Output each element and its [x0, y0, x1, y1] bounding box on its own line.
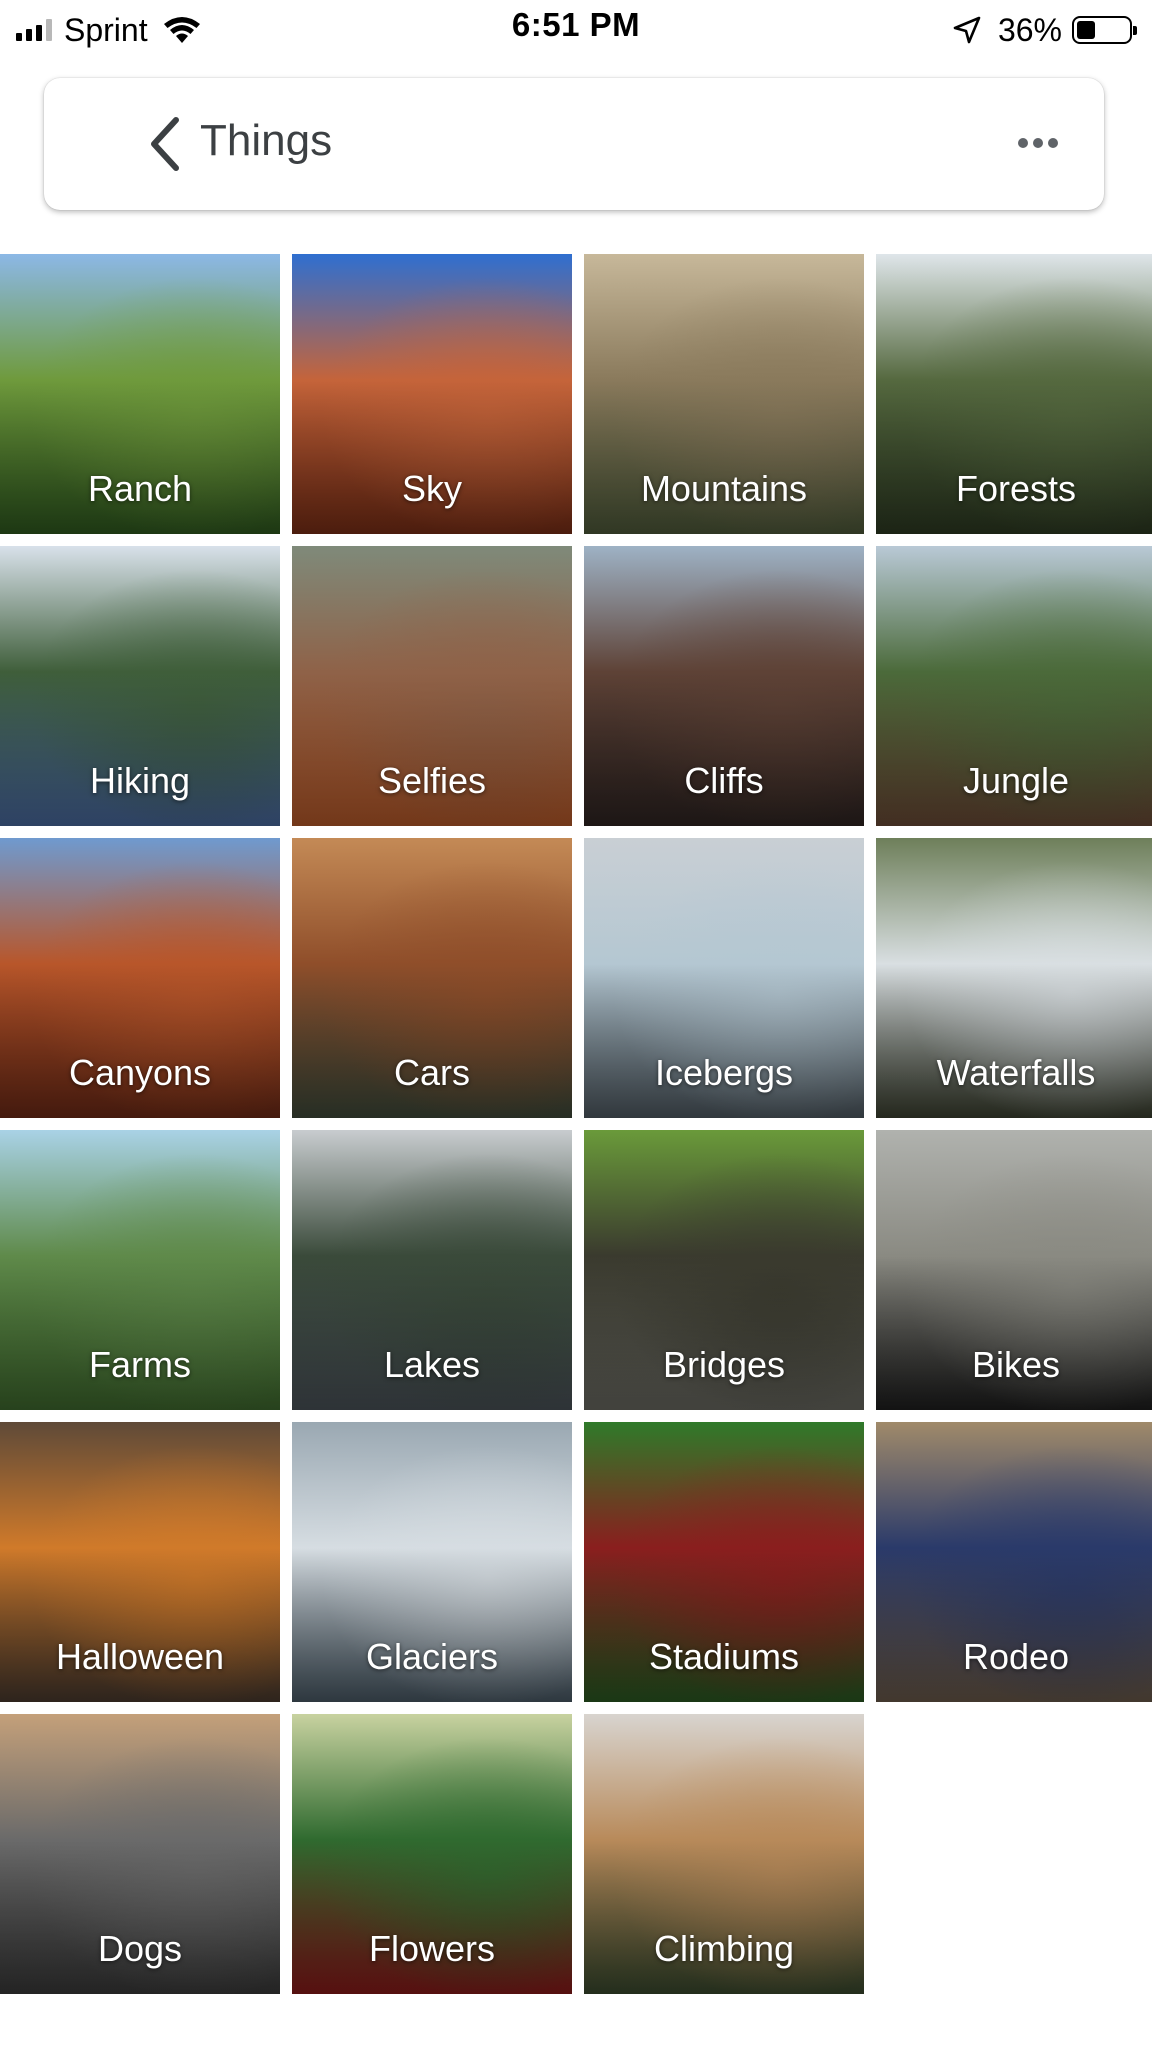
chevron-left-icon: [151, 117, 179, 171]
category-label: Farms: [89, 1344, 191, 1385]
category-tile-sky[interactable]: Sky: [292, 254, 572, 534]
status-bar: Sprint 6:51 PM 36%: [0, 0, 1152, 58]
category-label: Stadiums: [648, 1636, 800, 1677]
category-tile-forests[interactable]: Forests: [876, 254, 1152, 534]
category-tile-glaciers[interactable]: Glaciers: [292, 1422, 572, 1702]
category-tile-cliffs[interactable]: Cliffs: [584, 546, 864, 826]
category-label: Canyons: [68, 1052, 212, 1093]
category-tile-canyons[interactable]: Canyons: [0, 838, 280, 1118]
category-label: Bikes: [971, 1344, 1061, 1385]
category-label: Bridges: [662, 1344, 786, 1385]
category-label: Waterfalls: [936, 1052, 1096, 1093]
location-arrow-icon: [953, 16, 981, 44]
category-label: Forests: [955, 468, 1077, 509]
category-label: Sky: [401, 468, 462, 509]
battery-percent: 36%: [997, 11, 1062, 48]
more-options-button[interactable]: [1008, 116, 1068, 172]
category-tile-hiking[interactable]: Hiking: [0, 546, 280, 826]
category-label: Halloween: [55, 1636, 225, 1677]
category-label: Jungle: [962, 760, 1070, 801]
category-label: Glaciers: [365, 1636, 499, 1677]
category-label: Dogs: [97, 1928, 183, 1969]
category-label: Climbing: [653, 1928, 795, 1969]
category-tile-dogs[interactable]: Dogs: [0, 1714, 280, 1994]
category-tile-halloween[interactable]: Halloween: [0, 1422, 280, 1702]
category-tile-mountains[interactable]: Mountains: [584, 254, 864, 534]
category-label: Selfies: [377, 760, 487, 801]
battery-icon: [1072, 16, 1137, 44]
more-horizontal-icon: [1016, 135, 1061, 153]
category-label: Cars: [393, 1052, 470, 1093]
header-card: Things: [44, 78, 1104, 210]
category-label: Hiking: [89, 760, 191, 801]
category-tile-selfies[interactable]: Selfies: [292, 546, 572, 826]
category-tile-farms[interactable]: Farms: [0, 1130, 280, 1410]
category-label: Cliffs: [684, 760, 764, 801]
category-tile-ranch[interactable]: Ranch: [0, 254, 280, 534]
category-tile-jungle[interactable]: Jungle: [876, 546, 1152, 826]
status-right: 36%: [952, 10, 1137, 50]
category-tile-icebergs[interactable]: Icebergs: [584, 838, 864, 1118]
category-label: Icebergs: [654, 1052, 794, 1093]
category-tile-bikes[interactable]: Bikes: [876, 1130, 1152, 1410]
category-label: Ranch: [87, 468, 193, 509]
category-tile-climbing[interactable]: Climbing: [584, 1714, 864, 1994]
category-tile-bridges[interactable]: Bridges: [584, 1130, 864, 1410]
battery-level: [1077, 21, 1095, 39]
category-label: Flowers: [368, 1928, 496, 1969]
category-label: Mountains: [640, 468, 808, 509]
category-tile-flowers[interactable]: Flowers: [292, 1714, 572, 1994]
category-tile-stadiums[interactable]: Stadiums: [584, 1422, 864, 1702]
category-tile-lakes[interactable]: Lakes: [292, 1130, 572, 1410]
category-label: Lakes: [383, 1344, 481, 1385]
category-label: Rodeo: [962, 1636, 1070, 1677]
page-title: Things: [200, 116, 333, 165]
battery-nub: [1133, 26, 1137, 35]
back-button[interactable]: [134, 112, 198, 176]
category-tile-rodeo[interactable]: Rodeo: [876, 1422, 1152, 1702]
category-tile-cars[interactable]: Cars: [292, 838, 572, 1118]
category-tile-waterfalls[interactable]: Waterfalls: [876, 838, 1152, 1118]
